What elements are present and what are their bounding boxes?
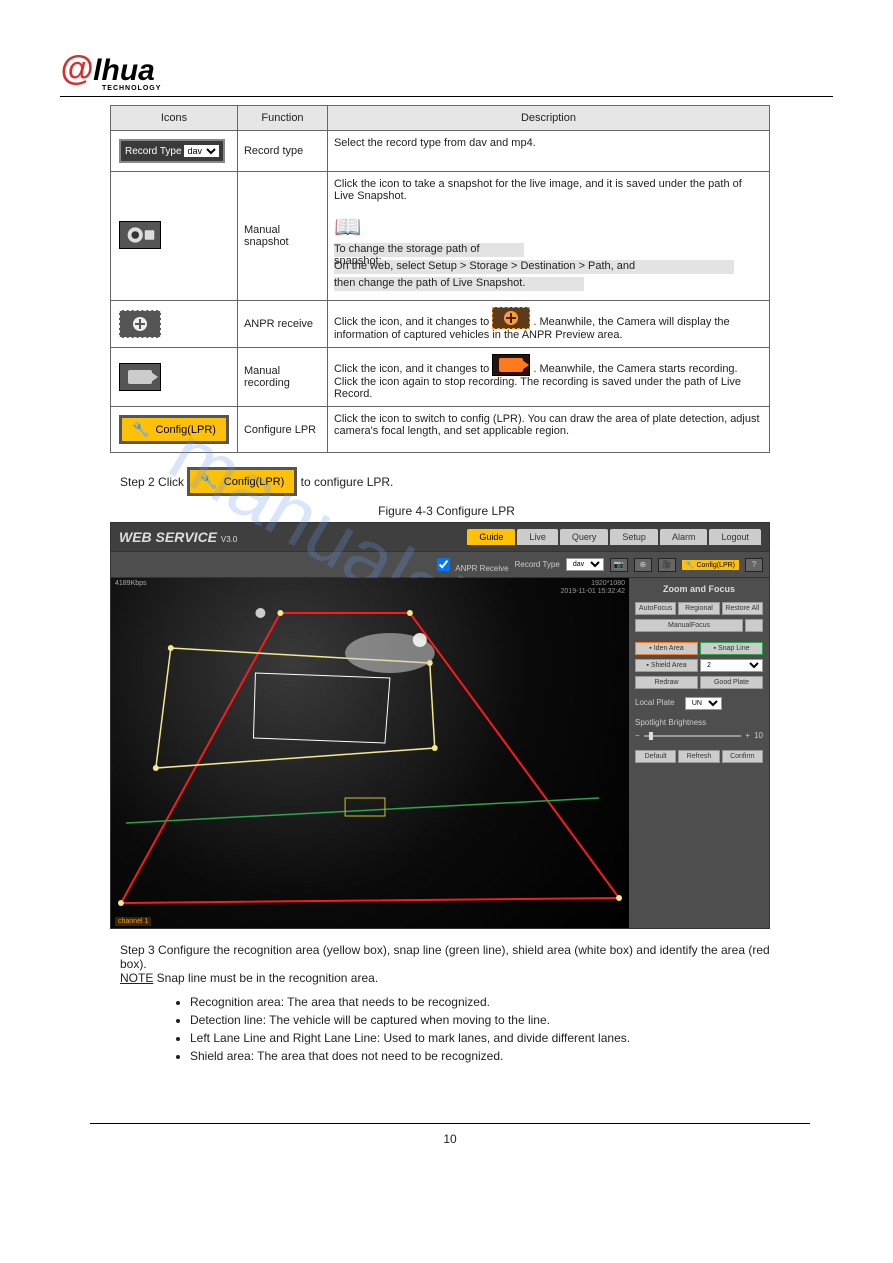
bullet-list: Recognition area: The area that needs to… (150, 995, 833, 1063)
video-area[interactable]: 4189Kbps 1920*1080 2019-11-01 15:32:42 c… (111, 578, 629, 928)
webservice-logo: WEB SERVICE V3.0 (119, 529, 237, 545)
help-icon[interactable]: ? (745, 558, 763, 572)
autofocus-button[interactable]: AutoFocus (635, 602, 676, 615)
step-3: Step 3 Configure the recognition area (y… (120, 943, 773, 985)
functions-table: Icons Function Description Record Type d… (110, 105, 770, 453)
list-item: Shield area: The area that does not need… (190, 1049, 833, 1063)
tab-live[interactable]: Live (517, 529, 558, 545)
tab-guide[interactable]: Guide (467, 529, 515, 545)
confirm-button[interactable]: Confirm (722, 750, 763, 763)
divider (60, 96, 833, 97)
table-row: Record Type dav Record type Select the r… (111, 131, 770, 172)
goodplate-button[interactable]: Good Plate (700, 676, 763, 689)
record-type-mini-select[interactable]: dav (566, 558, 604, 571)
fn-desc: Click the icon to take a snapshot for th… (327, 172, 769, 301)
wrench-icon: 🔧 (132, 421, 149, 438)
fn-label: ANPR receive (237, 301, 327, 348)
table-row: 🔧 Config(LPR) Configure LPR Click the ic… (111, 407, 770, 453)
config-lpr-mini-button[interactable]: 🔧 Config(LPR) (682, 560, 739, 570)
table-row: ANPR receive Click the icon, and it chan… (111, 301, 770, 348)
top-tabs: Guide Live Query Setup Alarm Logout (467, 529, 761, 545)
shield-area-button[interactable]: ▪ Shield Area (635, 659, 698, 672)
fn-label: Manual recording (237, 348, 327, 407)
snapshot-mini-icon[interactable]: 📷 (610, 558, 628, 572)
record-type-select[interactable]: dav (184, 145, 219, 157)
default-button[interactable]: Default (635, 750, 676, 763)
table-row: Manual snapshot Click the icon to take a… (111, 172, 770, 301)
side-panel: Zoom and Focus AutoFocus Regional Restor… (629, 578, 769, 928)
fn-label: Configure LPR (237, 407, 327, 453)
page-number: 10 (90, 1123, 810, 1146)
manualfocus-button[interactable]: ManualFocus (635, 619, 743, 632)
refresh-button[interactable]: Refresh (678, 750, 719, 763)
recording-active-icon (492, 354, 530, 376)
fn-desc: Click the icon to switch to config (LPR)… (327, 407, 769, 453)
record-type-icon: Record Type dav (119, 139, 225, 163)
step-2: Step 2 Click 🔧 Config(LPR) to configure … (120, 467, 833, 496)
config-lpr-icon: 🔧 Config(LPR) (119, 415, 229, 444)
th-function: Function (237, 106, 327, 131)
fn-label: Record type (237, 131, 327, 172)
redacted-text: To change the storage path of snapshot: (334, 243, 524, 257)
plus-button[interactable]: + (745, 619, 763, 632)
fn-desc: Click the icon, and it changes to . Mean… (327, 348, 769, 407)
spotlight-slider[interactable]: − + 10 (635, 731, 763, 740)
tab-query[interactable]: Query (560, 529, 609, 545)
list-item: Left Lane Line and Right Lane Line: Used… (190, 1031, 833, 1045)
record-type-label: Record Type (515, 560, 560, 569)
config-lpr-button[interactable]: 🔧 Config(LPR) (187, 467, 297, 496)
anpr-receive-icon (119, 310, 161, 338)
book-icon: 📖 (334, 214, 361, 240)
shield-area-select[interactable]: 2 (700, 659, 763, 672)
tab-setup[interactable]: Setup (610, 529, 658, 545)
manual-snapshot-icon (119, 221, 161, 249)
fn-desc: Click the icon, and it changes to . Mean… (327, 301, 769, 348)
fn-label: Manual snapshot (237, 172, 327, 301)
webservice-screenshot: WEB SERVICE V3.0 Guide Live Query Setup … (110, 522, 770, 929)
table-row: Manual recording Click the icon, and it … (111, 348, 770, 407)
localplate-select[interactable]: UN (685, 697, 722, 710)
manual-recording-icon (119, 363, 161, 391)
redacted-text: then change the path of Live Snapshot. (334, 277, 584, 291)
list-item: Recognition area: The area that needs to… (190, 995, 833, 1009)
list-item: Detection line: The vehicle will be capt… (190, 1013, 833, 1027)
redacted-text: On the web, select Setup > Storage > Des… (334, 260, 734, 274)
redraw-button[interactable]: Redraw (635, 676, 698, 689)
overlay-shapes (111, 578, 629, 928)
figure-caption: Figure 4-3 Configure LPR (60, 504, 833, 518)
record-mini-icon[interactable]: 🎥 (658, 558, 676, 572)
localplate-label: Local Plate UN (635, 697, 763, 710)
anpr-receive-checkbox[interactable]: ANPR Receive (433, 555, 508, 574)
regional-button[interactable]: Regional (678, 602, 719, 615)
th-icons: Icons (111, 106, 238, 131)
tab-logout[interactable]: Logout (709, 529, 761, 545)
restoreall-button[interactable]: Restore All (722, 602, 763, 615)
tab-alarm[interactable]: Alarm (660, 529, 708, 545)
brand-logo: @lhua TECHNOLOGY (60, 50, 833, 92)
snap-line-button[interactable]: ▪ Snap Line (700, 642, 763, 655)
anpr-mini-icon[interactable]: ⊕ (634, 558, 652, 572)
anpr-active-icon (492, 307, 530, 329)
spotlight-label: Spotlight Brightness (635, 718, 763, 727)
fn-desc: Select the record type from dav and mp4. (327, 131, 769, 172)
iden-area-button[interactable]: ▪ Iden Area (635, 642, 698, 655)
panel-title: Zoom and Focus (635, 584, 763, 594)
wrench-icon: 🔧 (200, 473, 217, 490)
th-description: Description (327, 106, 769, 131)
